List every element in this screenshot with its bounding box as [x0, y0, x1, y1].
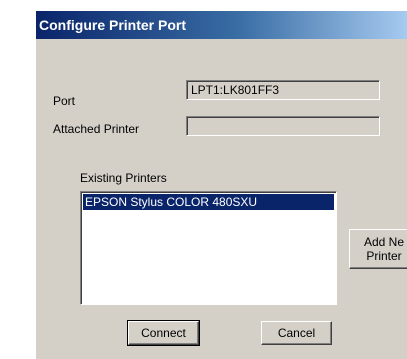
existing-printers-label: Existing Printers	[80, 171, 167, 185]
cancel-button[interactable]: Cancel	[261, 321, 332, 345]
attached-printer-field	[186, 116, 380, 136]
window-title: Configure Printer Port	[39, 17, 187, 33]
existing-printers-list[interactable]: EPSON Stylus COLOR 480SXU	[80, 191, 337, 305]
add-new-printer-button[interactable]: Add Ne Printer	[349, 229, 407, 269]
add-new-printer-label-line1: Add Ne	[363, 235, 405, 249]
port-label: Port	[53, 94, 76, 108]
connect-button[interactable]: Connect	[127, 320, 200, 346]
list-item-epson-stylus-color-480sxu[interactable]: EPSON Stylus COLOR 480SXU	[83, 194, 334, 210]
title-bar[interactable]: Configure Printer Port	[36, 11, 407, 39]
attached-printer-label: Attached Printer	[53, 122, 140, 136]
add-new-printer-label-line2: Printer	[366, 249, 402, 263]
port-field: LPT1:LK801FF3	[186, 80, 380, 100]
configure-printer-port-dialog: Configure Printer Port Port LPT1:LK801FF…	[36, 11, 407, 359]
